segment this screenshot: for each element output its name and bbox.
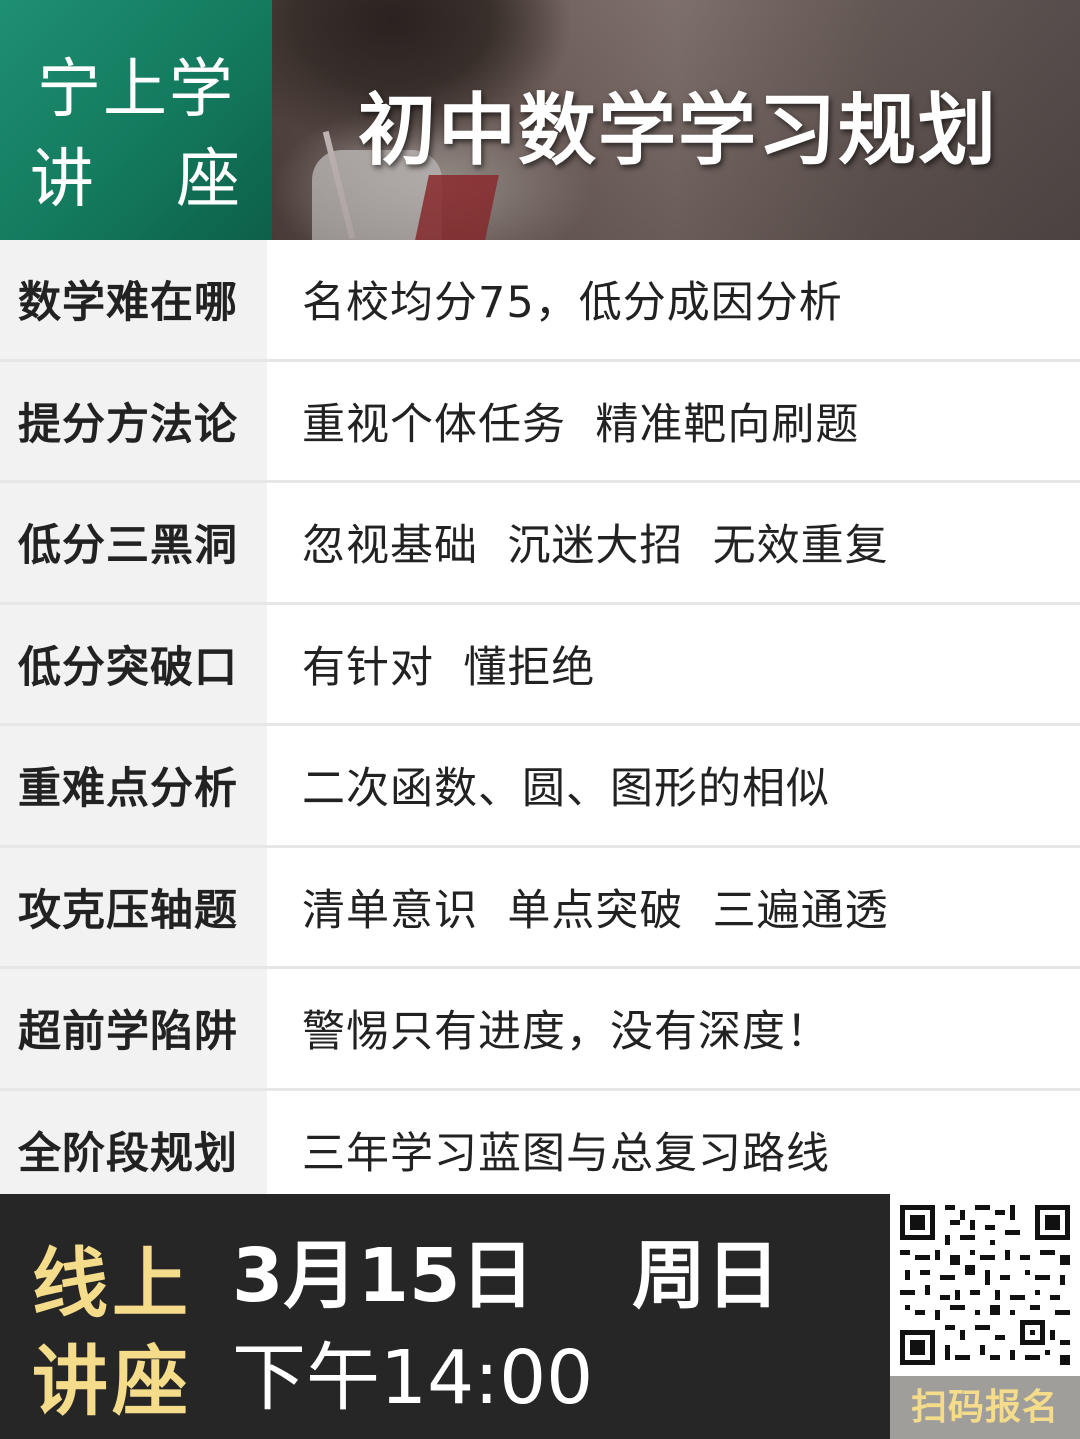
brand-subtitle-char-1: 讲 [29,143,96,217]
event-time: 下午14:00 [232,1335,594,1421]
topic-label: 超前学陷阱 [0,969,270,1088]
topic-label: 重难点分析 [0,726,270,845]
topic-row: 低分三黑洞 忽视基础 沉迷大招 无效重复 [0,483,1080,605]
brand-subtitle: 讲 座 [0,128,272,220]
header: 宁上学 讲 座 初中数学学习规划 [0,0,1080,240]
topic-label: 低分三黑洞 [0,483,270,602]
brand-block: 宁上学 讲 座 [0,0,272,240]
event-weekday: 周日 [632,1233,780,1319]
topic-label: 低分突破口 [0,604,270,723]
topic-desc: 忽视基础 沉迷大招 无效重复 [302,521,889,572]
topic-desc: 清单意识 单点突破 三遍通透 [302,885,889,936]
topic-desc: 三年学习蓝图与总复习路线 [302,1128,830,1179]
event-type-line2: 讲座 [32,1337,192,1426]
topic-label: 全阶段规划 [0,1090,270,1209]
signup-qr-block[interactable]: 扫码报名 [890,1194,1080,1439]
topic-desc: 二次函数、圆、图形的相似 [302,764,830,815]
topic-desc: 重视个体任务 精准靶向刷题 [302,399,860,450]
event-date: 3月15日 [232,1233,535,1319]
scan-signup-label[interactable]: 扫码报名 [890,1376,1080,1439]
topic-row: 低分突破口 有针对 懂拒绝 [0,604,1080,726]
topic-row: 超前学陷阱 警惕只有进度，没有深度！ [0,969,1080,1091]
topic-label: 攻克压轴题 [0,847,270,966]
topic-desc: 名校均分75，低分成因分析 [302,278,843,329]
topic-desc: 警惕只有进度，没有深度！ [302,1007,830,1058]
brand-subtitle-char-2: 座 [176,143,243,217]
qr-code-icon [895,1200,1075,1370]
page-title: 初中数学学习规划 [358,86,999,176]
topic-list: 数学难在哪 名校均分75，低分成因分析 提分方法论 重视个体任务 精准靶向刷题 … [0,240,1080,1212]
topic-desc: 有针对 懂拒绝 [302,642,596,693]
brand-name: 宁上学 [37,53,235,127]
topic-label: 数学难在哪 [0,240,270,359]
topic-row: 重难点分析 二次函数、圆、图形的相似 [0,726,1080,848]
poster: 宁上学 讲 座 初中数学学习规划 数学难在哪 名校均分75，低分成因分析 提分方… [0,0,1080,1439]
topic-row: 数学难在哪 名校均分75，低分成因分析 [0,240,1080,362]
qr-code[interactable] [890,1194,1080,1376]
topic-label: 提分方法论 [0,361,270,480]
topic-row: 提分方法论 重视个体任务 精准靶向刷题 [0,361,1080,483]
topic-row: 攻克压轴题 清单意识 单点突破 三遍通透 [0,847,1080,969]
event-type-line1: 线上 [32,1239,192,1328]
